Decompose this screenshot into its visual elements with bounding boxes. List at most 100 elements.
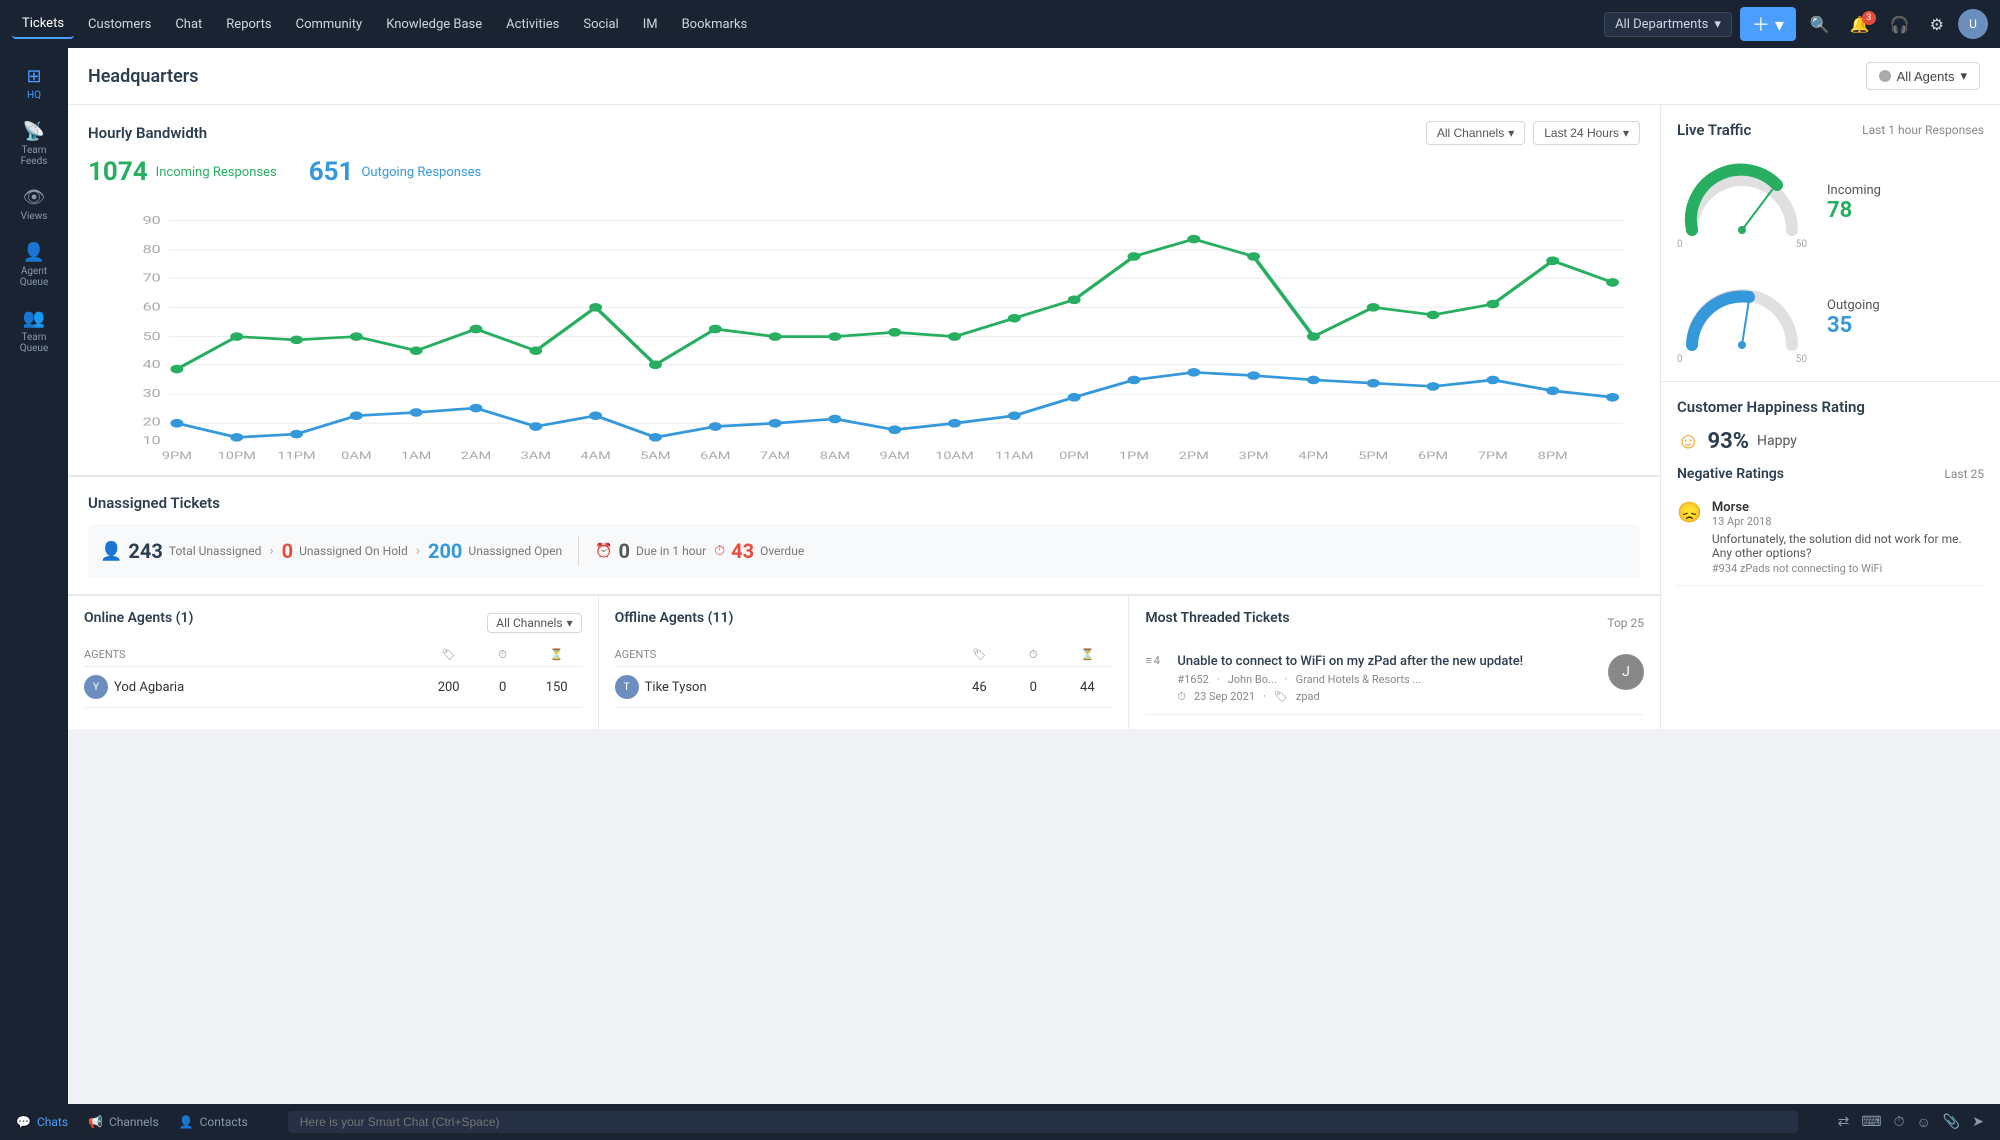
outgoing-count: 651 — [309, 157, 354, 187]
chats-icon: 💬 — [16, 1115, 31, 1129]
unassigned-section: Unassigned Tickets 👤 243 Total Unassigne… — [68, 476, 1660, 595]
total-unassigned: 👤 243 Total Unassigned — [100, 539, 261, 563]
top-navigation: Tickets Customers Chat Reports Community… — [0, 0, 2000, 48]
keyboard-icon[interactable]: ⌨ — [1861, 1114, 1881, 1131]
svg-text:0PM: 0PM — [1059, 451, 1089, 459]
svg-text:6AM: 6AM — [700, 451, 730, 459]
svg-text:3PM: 3PM — [1239, 451, 1269, 459]
user-avatar[interactable]: U — [1958, 9, 1988, 39]
translate-icon[interactable]: ⇄ — [1838, 1114, 1850, 1131]
svg-text:10: 10 — [143, 434, 161, 447]
contacts-icon: 👤 — [179, 1115, 194, 1129]
nav-social[interactable]: Social — [573, 11, 628, 38]
settings-button[interactable]: ⚙ — [1924, 11, 1950, 38]
sidebar-label-team-feeds: Team Feeds — [8, 145, 60, 167]
list-item: 😞 Morse 13 Apr 2018 Unfortunately, the s… — [1677, 490, 1984, 586]
svg-text:11AM: 11AM — [995, 451, 1034, 459]
due-unassigned: ⏰ 0 Due in 1 hour — [595, 539, 706, 563]
channels-filter-button[interactable]: All Channels ▾ — [1426, 121, 1525, 145]
department-selector[interactable]: All Departments ▾ — [1604, 12, 1732, 37]
outgoing-value: 35 — [1827, 313, 1880, 338]
customer-happiness-section: Customer Happiness Rating ☺ 93% Happy Ne… — [1661, 382, 2000, 602]
send-icon[interactable]: ➤ — [1972, 1114, 1984, 1131]
incoming-count: 1074 — [88, 157, 148, 187]
table-row: Y Yod Agbaria 200 0 150 — [84, 667, 582, 708]
outgoing-label: Outgoing — [1827, 298, 1880, 313]
right-column: Live Traffic Last 1 hour Responses — [1660, 105, 2000, 729]
incoming-label: Incoming — [1827, 183, 1881, 198]
nav-activities[interactable]: Activities — [496, 11, 569, 38]
bottom-chats-button[interactable]: 💬 Chats — [16, 1115, 68, 1129]
list-item: ≡ 4 Unable to connect to WiFi on my zPad… — [1145, 644, 1644, 715]
nav-community[interactable]: Community — [286, 11, 373, 38]
nav-chat[interactable]: Chat — [165, 11, 212, 38]
team-feeds-icon: 📡 — [23, 121, 45, 142]
live-traffic-title: Live Traffic — [1677, 121, 1751, 139]
outgoing-label: Outgoing Responses — [361, 165, 481, 180]
tag-icon: 🏷 — [424, 648, 474, 662]
sidebar-item-hq[interactable]: ⊞ HQ — [0, 56, 68, 111]
sidebar-label-views: Views — [21, 211, 48, 222]
last-hour-label: Last 1 hour Responses — [1862, 123, 1984, 137]
sidebar-item-views[interactable]: 👁 Views — [0, 177, 68, 232]
offline-agents-section: Offline Agents (11) AGENTS 🏷 ⏱ ⏳ T Tike … — [599, 596, 1130, 729]
nav-knowledge-base[interactable]: Knowledge Base — [376, 11, 492, 38]
svg-text:60: 60 — [143, 301, 161, 314]
bottom-contacts-button[interactable]: 👤 Contacts — [179, 1115, 248, 1129]
nav-reports[interactable]: Reports — [216, 11, 281, 38]
online-agents-section: Online Agents (1) All Channels ▾ AGENTS … — [68, 596, 599, 729]
channels-icon: 📢 — [88, 1115, 103, 1129]
agent-button[interactable]: 🎧 — [1884, 11, 1916, 38]
chevron-down-icon: ▾ — [1714, 17, 1721, 32]
all-agents-button[interactable]: All Agents ▾ — [1866, 62, 1980, 90]
arrow-icon: › — [269, 543, 273, 559]
sidebar-item-team-queue[interactable]: 👥 Team Queue — [0, 298, 68, 364]
tag-icon: 🏷 — [954, 648, 1004, 662]
content-grid: Hourly Bandwidth All Channels ▾ Last 24 … — [68, 105, 2000, 729]
chevron-down-icon: ▾ — [1508, 126, 1514, 140]
add-button[interactable]: ＋ ▾ — [1740, 7, 1796, 41]
page-header: Headquarters All Agents ▾ — [68, 48, 2000, 105]
attach-icon[interactable]: 📎 — [1943, 1114, 1960, 1131]
offline-agents-title: Offline Agents (11) — [615, 610, 734, 626]
svg-text:2AM: 2AM — [461, 451, 491, 459]
clock-icon: ⏱ — [1008, 648, 1058, 662]
notifications-badge: 3 — [1862, 11, 1876, 25]
notifications-button[interactable]: 🔔 3 — [1844, 11, 1876, 38]
hq-icon: ⊞ — [26, 66, 41, 87]
search-button[interactable]: 🔍 — [1804, 11, 1836, 38]
time-filter-button[interactable]: Last 24 Hours ▾ — [1533, 121, 1640, 145]
svg-text:9AM: 9AM — [880, 451, 910, 459]
svg-text:5PM: 5PM — [1358, 451, 1388, 459]
svg-text:7PM: 7PM — [1478, 451, 1508, 459]
nav-bookmarks[interactable]: Bookmarks — [672, 11, 758, 38]
svg-text:20: 20 — [143, 416, 161, 429]
chevron-down-icon: ▾ — [1623, 126, 1629, 140]
svg-text:80: 80 — [143, 244, 161, 257]
smiley-icon: ☺ — [1677, 428, 1699, 454]
sidebar-item-agent-queue[interactable]: 👤 Agent Queue — [0, 232, 68, 298]
most-threaded-section: Most Threaded Tickets Top 25 ≡ 4 Unable … — [1129, 596, 1660, 729]
svg-text:8PM: 8PM — [1538, 451, 1568, 459]
unassigned-title: Unassigned Tickets — [88, 494, 220, 512]
all-agents-circle — [1879, 70, 1891, 82]
svg-text:10AM: 10AM — [935, 451, 974, 459]
svg-text:50: 50 — [143, 330, 161, 343]
outgoing-gauge — [1677, 270, 1807, 360]
bottom-channels-button[interactable]: 📢 Channels — [88, 1115, 159, 1129]
channels-filter[interactable]: All Channels ▾ — [487, 613, 581, 633]
emoji-icon[interactable]: ☺ — [1917, 1114, 1931, 1131]
nav-im[interactable]: IM — [633, 11, 668, 38]
svg-text:3AM: 3AM — [521, 451, 551, 459]
live-traffic-section: Live Traffic Last 1 hour Responses — [1661, 105, 2000, 382]
smart-chat-input[interactable] — [288, 1111, 1798, 1133]
sidebar-item-team-feeds[interactable]: 📡 Team Feeds — [0, 111, 68, 177]
arrow-icon: › — [416, 543, 420, 559]
top-label: Top 25 — [1607, 616, 1644, 630]
negative-ratings-title: Negative Ratings — [1677, 466, 1784, 482]
clock-icon[interactable]: ⏱ — [1894, 1114, 1905, 1131]
nav-customers[interactable]: Customers — [78, 11, 161, 38]
bottom-grid: Online Agents (1) All Channels ▾ AGENTS … — [68, 595, 1660, 729]
nav-tickets[interactable]: Tickets — [12, 10, 74, 39]
views-icon: 👁 — [23, 187, 46, 208]
